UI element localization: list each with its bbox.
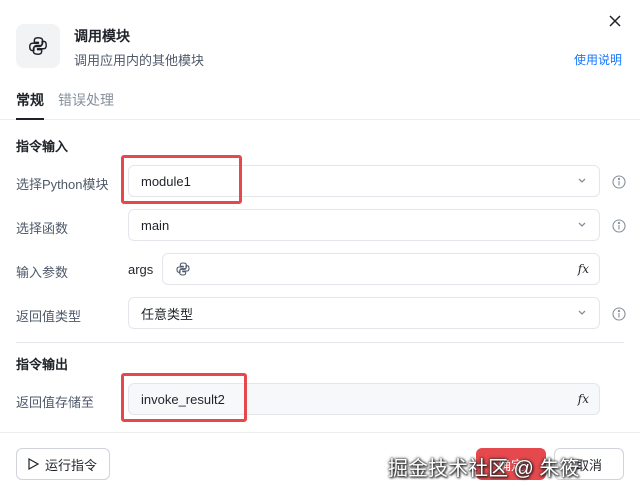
run-command-button[interactable]: 运行指令 (16, 448, 110, 480)
python-icon (16, 24, 60, 68)
args-prefix: args (128, 262, 154, 277)
function-select-label: 选择函数 (16, 221, 69, 236)
tab-general[interactable]: 常规 (16, 90, 44, 120)
return-type-value: 任意类型 (141, 306, 194, 322)
section-divider (16, 342, 624, 343)
chevron-down-icon (578, 310, 586, 315)
tab-error-handling[interactable]: 错误处理 (58, 90, 114, 110)
fx-icon[interactable]: fx (578, 262, 589, 276)
python-icon (176, 262, 190, 276)
info-icon[interactable] (612, 307, 626, 321)
function-select[interactable]: main (128, 209, 600, 241)
tab-bar: 常规 错误处理 (0, 88, 640, 120)
module-select-label: 选择Python模块 (16, 177, 109, 192)
info-icon[interactable] (612, 219, 626, 233)
run-command-label: 运行指令 (45, 457, 98, 473)
function-select-value: main (141, 217, 170, 233)
output-section-title: 指令输出 (16, 357, 69, 372)
info-icon[interactable] (612, 175, 626, 189)
close-icon[interactable] (608, 14, 622, 28)
return-store-input[interactable]: invoke_result2 fx (128, 383, 600, 415)
args-input[interactable]: fx (162, 253, 600, 285)
play-icon (28, 458, 39, 470)
watermark: 掘金技术社区 @ 朱筱 (388, 458, 580, 480)
args-input-label: 输入参数 (16, 265, 69, 280)
module-select[interactable]: module1 (128, 165, 600, 197)
help-link[interactable]: 使用说明 (574, 51, 622, 68)
return-store-label: 返回值存储至 (16, 395, 95, 410)
return-type-select[interactable]: 任意类型 (128, 297, 600, 329)
footer-divider (0, 432, 640, 433)
module-select-value: module1 (141, 173, 191, 189)
return-type-label: 返回值类型 (16, 309, 82, 324)
fx-icon[interactable]: fx (578, 392, 589, 406)
chevron-down-icon (578, 222, 586, 227)
return-store-value: invoke_result2 (141, 391, 225, 407)
dialog-title: 调用模块 (74, 28, 130, 44)
chevron-down-icon (578, 178, 586, 183)
dialog-subtitle: 调用应用内的其他模块 (74, 53, 205, 68)
dialog-header: 调用模块 调用应用内的其他模块 使用说明 (0, 0, 640, 88)
input-section-title: 指令输入 (16, 139, 69, 154)
